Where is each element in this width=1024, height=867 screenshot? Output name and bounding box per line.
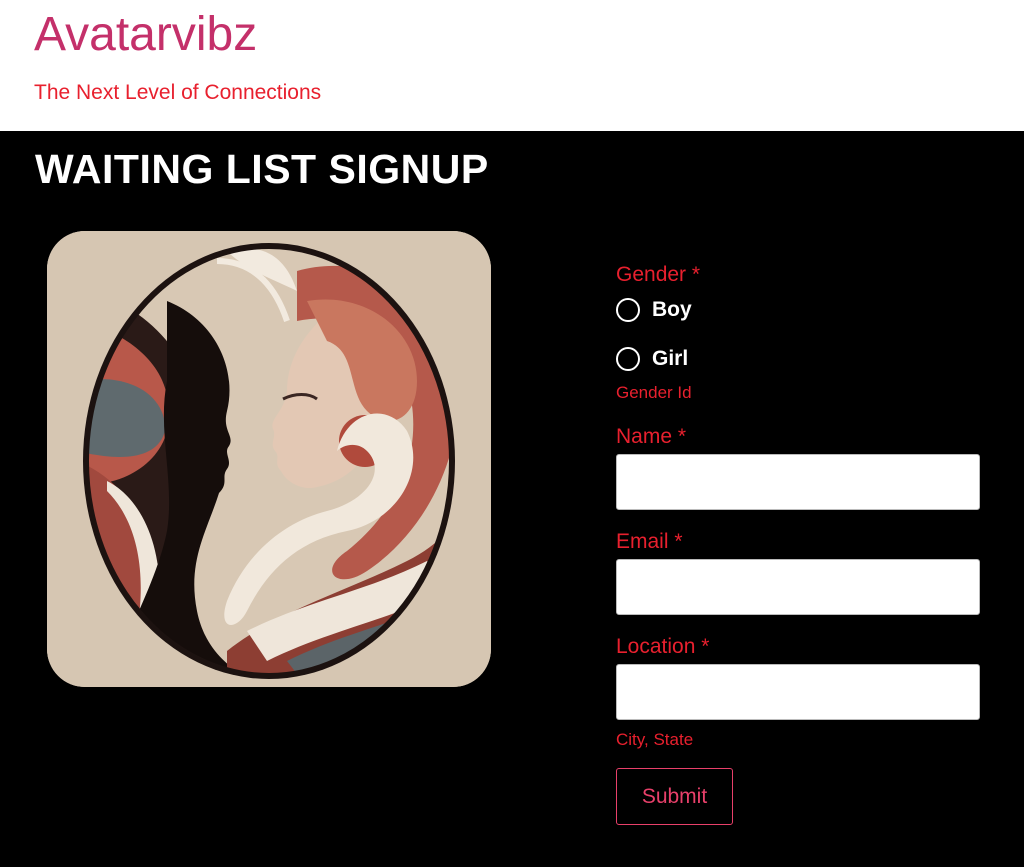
featured-artwork-image (47, 231, 491, 687)
location-hint: City, State (616, 730, 694, 749)
site-title-link[interactable]: Avatarvibz (34, 6, 257, 64)
name-label: Name * (616, 425, 687, 448)
email-field[interactable] (616, 559, 980, 615)
gender-option-label: Girl (652, 347, 689, 370)
email-label: Email * (616, 530, 683, 553)
main-content: WAITING LIST SIGNUP Gender * Boy Girl Ge… (0, 131, 1024, 867)
name-field[interactable] (616, 454, 980, 510)
location-label: Location * (616, 635, 710, 658)
radio-button-boy[interactable] (616, 298, 640, 322)
gender-option-girl[interactable]: Girl (616, 345, 688, 373)
gender-label: Gender * (616, 263, 701, 286)
location-field[interactable] (616, 664, 980, 720)
site-tagline: The Next Level of Connections (34, 81, 322, 104)
radio-button-girl[interactable] (616, 347, 640, 371)
site-header: Avatarvibz The Next Level of Connections (0, 0, 1024, 131)
page-title: WAITING LIST SIGNUP (35, 146, 489, 192)
gender-option-label: Boy (652, 298, 692, 321)
gender-option-boy[interactable]: Boy (616, 296, 692, 324)
gender-hint: Gender Id (616, 383, 692, 402)
submit-button[interactable]: Submit (616, 768, 733, 825)
waitlist-signup-form: Gender * Boy Girl Gender Id Name * Email… (616, 131, 982, 867)
